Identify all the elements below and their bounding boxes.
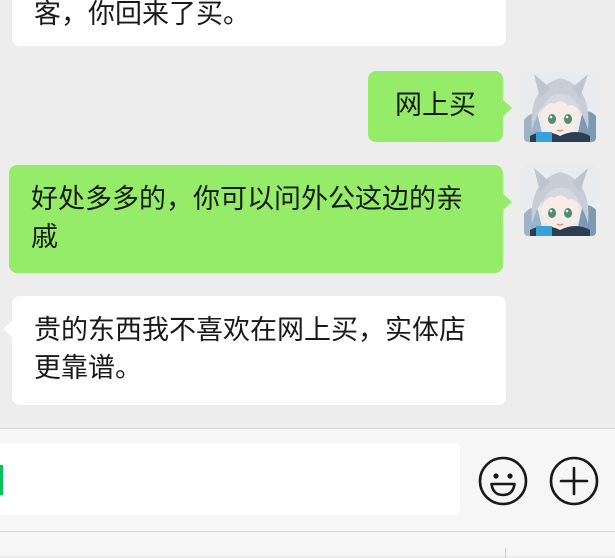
anime-avatar-icon	[524, 164, 596, 236]
message-text: 网上买	[395, 90, 476, 121]
incoming-message-bubble[interactable]: 客，你回来了买。	[12, 0, 506, 46]
bubble-tail	[502, 193, 512, 211]
incoming-message-bubble[interactable]: 贵的东西我不喜欢在网上买，实体店更靠谱。	[3, 296, 506, 405]
divider	[505, 548, 506, 558]
emoji-button[interactable]	[477, 455, 529, 507]
anime-avatar-icon	[524, 70, 596, 142]
message-input-bar	[0, 428, 615, 531]
user-avatar[interactable]	[524, 70, 596, 142]
message-text: 贵的东西我不喜欢在网上买，实体店更靠谱。	[34, 315, 466, 384]
outgoing-message-bubble[interactable]: 网上买	[368, 71, 512, 142]
emoji-icon	[478, 456, 528, 506]
chat-message-list[interactable]: 客，你回来了买。 网上买 好处多多的，你可以问外公这边的亲戚 贵的东西我不喜欢在…	[0, 0, 615, 428]
message-input[interactable]	[0, 443, 460, 515]
more-functions-button[interactable]	[548, 455, 600, 507]
bottom-panel	[0, 531, 615, 558]
plus-icon	[549, 456, 599, 506]
message-text: 好处多多的，你可以问外公这边的亲戚	[31, 184, 463, 253]
bubble-tail	[3, 320, 13, 338]
outgoing-message-bubble[interactable]: 好处多多的，你可以问外公这边的亲戚	[9, 165, 512, 273]
user-avatar[interactable]	[524, 164, 596, 236]
text-cursor	[0, 465, 3, 495]
bubble-tail	[502, 99, 512, 117]
message-text: 客，你回来了买。	[34, 0, 250, 30]
